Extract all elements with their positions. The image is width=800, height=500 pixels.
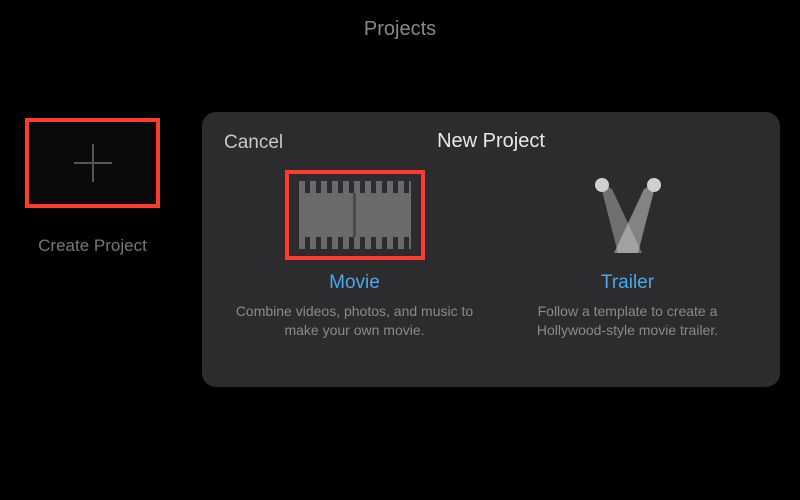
create-project-tile[interactable]: Create Project bbox=[15, 118, 170, 256]
trailer-option-label: Trailer bbox=[601, 272, 654, 294]
new-project-modal: Cancel New Project Movie Combine videos,… bbox=[202, 112, 780, 387]
create-project-plus[interactable] bbox=[25, 118, 160, 208]
page-title: Projects bbox=[0, 18, 800, 41]
plus-icon bbox=[68, 138, 118, 188]
trailer-option[interactable]: Trailer Follow a template to create a Ho… bbox=[501, 170, 754, 340]
movie-icon-wrap bbox=[285, 170, 425, 260]
movie-option[interactable]: Movie Combine videos, photos, and music … bbox=[228, 170, 481, 340]
create-project-label: Create Project bbox=[15, 236, 170, 256]
filmstrip-icon bbox=[299, 181, 411, 249]
movie-option-label: Movie bbox=[329, 272, 380, 294]
trailer-icon-wrap bbox=[558, 170, 698, 260]
movie-option-description: Combine videos, photos, and music to mak… bbox=[235, 302, 475, 340]
trailer-option-description: Follow a template to create a Hollywood-… bbox=[508, 302, 748, 340]
modal-title: New Project bbox=[224, 130, 758, 153]
spotlights-icon bbox=[572, 175, 684, 255]
